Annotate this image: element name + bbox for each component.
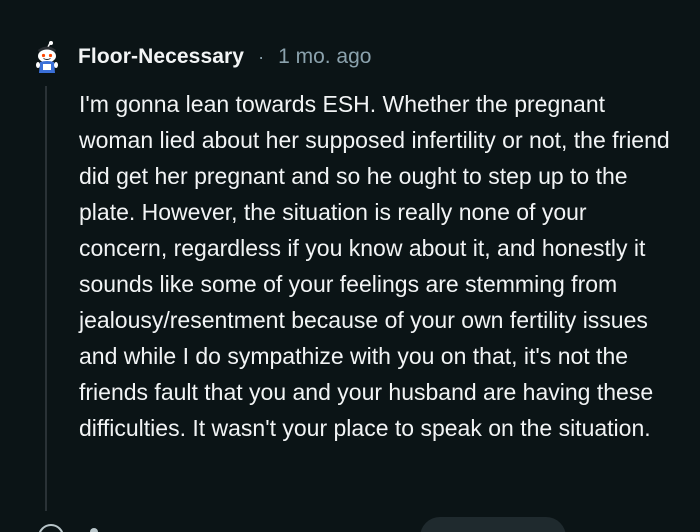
more-options-icon[interactable] — [90, 528, 98, 532]
comment-header: Floor-Necessary · 1 mo. ago — [30, 40, 371, 74]
comment-body: I'm gonna lean towards ESH. Whether the … — [79, 91, 670, 441]
meta-separator: · — [258, 46, 265, 67]
action-pill-button[interactable] — [420, 517, 566, 532]
comment-actions-bar — [30, 517, 670, 532]
snoo-avatar-icon[interactable] — [30, 40, 64, 74]
comment-timestamp: 1 mo. ago — [278, 45, 372, 68]
comment-screen: Floor-Necessary · 1 mo. ago I'm gonna le… — [0, 0, 700, 532]
comment-author[interactable]: Floor-Necessary — [78, 45, 244, 69]
reply-icon[interactable] — [38, 524, 64, 532]
thread-line[interactable] — [45, 86, 47, 511]
